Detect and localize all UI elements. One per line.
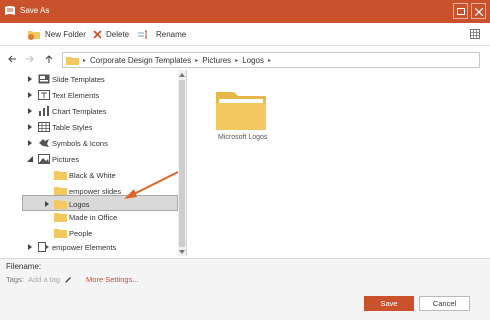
tree-item-table-styles[interactable]: Table Styles	[22, 120, 182, 135]
folder-tree: Slide Templates Text Elements Chart Temp…	[22, 70, 187, 256]
slide-templates-icon	[38, 74, 50, 84]
tree-item-label: Text Elements	[52, 91, 100, 100]
chevron-right-icon: ▸	[83, 58, 87, 64]
table-icon	[38, 122, 50, 132]
app-logo-icon	[5, 6, 15, 15]
empower-elements-icon	[38, 242, 49, 252]
delete-button[interactable]: Delete	[93, 28, 129, 41]
tree-item-slide-templates[interactable]: Slide Templates	[22, 72, 182, 87]
save-button[interactable]: Save	[364, 296, 414, 311]
filename-label: Filename:	[6, 262, 42, 271]
breadcrumb-item[interactable]: Corporate Design Templates	[90, 56, 191, 65]
tree-item-pictures[interactable]: Pictures	[22, 152, 182, 167]
expand-arrow-icon[interactable]	[26, 91, 34, 99]
pencil-icon[interactable]	[64, 276, 72, 284]
tree-item-label: Table Styles	[52, 123, 93, 132]
expand-arrow-icon[interactable]	[26, 107, 34, 115]
rename-label: Rename	[156, 30, 187, 39]
up-arrow-icon[interactable]	[45, 55, 53, 64]
folder-icon	[54, 171, 67, 180]
maximize-icon	[457, 8, 465, 15]
chart-icon	[39, 106, 49, 116]
chevron-right-icon: ▸	[195, 58, 199, 64]
folder-tile-label: Microsoft Logos	[218, 134, 268, 141]
tree-item-empower-elements[interactable]: empower Elements	[22, 240, 182, 255]
tree-item-label: empower Elements	[52, 243, 117, 252]
tree-item-label: Logos	[69, 200, 90, 209]
back-arrow-icon[interactable]	[8, 55, 17, 63]
tree-item-people[interactable]: People	[22, 226, 182, 241]
new-folder-label: New Folder	[45, 30, 86, 39]
breadcrumb-item[interactable]: Logos	[242, 56, 264, 65]
view-grid-icon[interactable]	[470, 29, 480, 39]
breadcrumb: ▸ Corporate Design Templates ▸ Pictures …	[83, 56, 271, 65]
tree-item-label: Black & White	[69, 171, 116, 180]
delete-label: Delete	[106, 30, 130, 39]
tree-item-label: Symbols & Icons	[52, 139, 108, 148]
tree-item-symbols-icons[interactable]: Symbols & Icons	[22, 136, 182, 151]
address-row: ▸ Corporate Design Templates ▸ Pictures …	[0, 50, 490, 70]
chevron-right-icon: ▸	[268, 58, 272, 64]
expand-arrow-icon[interactable]	[43, 200, 51, 208]
tree-item-label: Slide Templates	[52, 75, 105, 84]
folder-icon	[54, 200, 67, 209]
expand-arrow-icon[interactable]	[26, 243, 34, 251]
more-settings-link[interactable]: More Settings...	[86, 275, 139, 284]
address-bar[interactable]: ▸ Corporate Design Templates ▸ Pictures …	[62, 52, 480, 68]
tree-item-label: Chart Templates	[52, 107, 107, 116]
expand-arrow-icon[interactable]	[26, 75, 34, 83]
tree-scrollbar[interactable]	[178, 70, 186, 256]
cancel-button[interactable]: Cancel	[419, 296, 470, 311]
scroll-down-arrow-icon[interactable]	[179, 249, 185, 255]
scrollbar-thumb[interactable]	[179, 80, 185, 247]
rename-button[interactable]: Rename	[138, 28, 186, 41]
new-folder-button[interactable]: New Folder	[28, 28, 86, 41]
symbols-icon	[39, 139, 49, 147]
scroll-up-arrow-icon[interactable]	[179, 72, 185, 78]
expand-arrow-icon[interactable]	[26, 139, 34, 147]
close-icon	[475, 8, 483, 16]
chevron-right-icon: ▸	[235, 58, 239, 64]
title-bar: Save As	[0, 0, 490, 23]
content-pane: Microsoft Logos	[190, 70, 490, 256]
forward-arrow-icon[interactable]	[25, 55, 34, 63]
delete-icon	[93, 30, 102, 39]
breadcrumb-item[interactable]: Pictures	[202, 56, 231, 65]
tree-item-logos[interactable]: Logos	[22, 195, 178, 211]
toolbar: New Folder Delete Rename	[0, 23, 490, 46]
text-elements-icon	[38, 90, 50, 100]
pictures-icon	[38, 154, 50, 164]
bottom-panel: Filename: Tags: Add a tag More Settings.…	[0, 259, 490, 320]
tags-row: Tags: Add a tag More Settings...	[6, 275, 139, 284]
new-folder-icon	[28, 31, 40, 40]
folder-icon	[66, 57, 79, 65]
rename-icon	[138, 30, 147, 39]
collapse-arrow-icon[interactable]	[26, 155, 34, 163]
tree-item-label: Pictures	[52, 155, 80, 164]
maximize-button[interactable]	[453, 3, 468, 19]
folder-icon	[54, 213, 67, 222]
tree-item-text-elements[interactable]: Text Elements	[22, 88, 182, 103]
window-title: Save As	[20, 6, 50, 15]
folder-icon	[54, 229, 67, 238]
tree-item-chart-templates[interactable]: Chart Templates	[22, 104, 182, 119]
tree-item-made-in-office[interactable]: Made in Office	[22, 210, 182, 225]
tree-item-black-white[interactable]: Black & White	[22, 168, 182, 183]
close-button[interactable]	[471, 3, 486, 19]
tags-label: Tags:	[6, 275, 24, 284]
tree-item-label: Made in Office	[69, 213, 118, 222]
tree-item-label: People	[69, 229, 93, 238]
tags-input[interactable]: Add a tag	[28, 275, 60, 284]
expand-arrow-icon[interactable]	[26, 123, 34, 131]
